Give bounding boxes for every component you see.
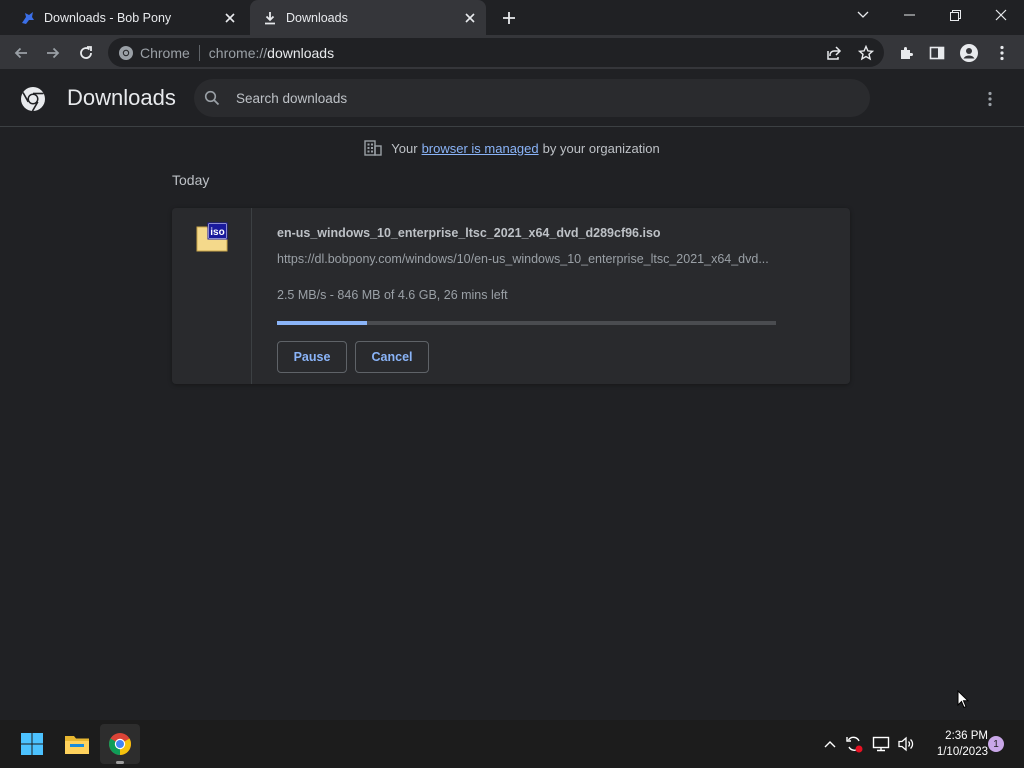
more-actions-icon[interactable]	[978, 87, 1002, 111]
close-tab-icon[interactable]	[220, 8, 240, 28]
restore-button[interactable]	[932, 0, 978, 30]
tab-title: Downloads - Bob Pony	[44, 10, 172, 25]
extensions-puzzle-icon[interactable]	[892, 39, 920, 67]
tab-bobpony-downloads[interactable]: Downloads - Bob Pony	[8, 0, 246, 35]
managed-banner: Your browser is managed by your organiza…	[0, 140, 1024, 156]
download-progress-bar	[277, 321, 776, 325]
clock-time: 2:36 PM	[945, 730, 988, 742]
windows-logo-icon	[21, 733, 43, 755]
new-tab-button[interactable]	[497, 7, 521, 29]
forward-button[interactable]	[39, 39, 67, 67]
tab-search-chevron-icon[interactable]	[840, 0, 886, 30]
back-button[interactable]	[7, 39, 35, 67]
folder-icon	[65, 736, 89, 754]
page-title: Downloads	[67, 85, 176, 110]
tab-downloads[interactable]: Downloads	[250, 0, 486, 35]
start-button[interactable]	[12, 724, 52, 764]
clock[interactable]: 2:36 PM 1/10/2023	[922, 728, 988, 760]
running-indicator	[116, 761, 124, 764]
address-bar[interactable]: Chrome chrome:// downloads	[108, 38, 884, 67]
browser-managed-link[interactable]: browser is managed	[422, 141, 539, 156]
browser-toolbar: Chrome chrome:// downloads	[0, 35, 1024, 70]
url-scheme: chrome://	[208, 44, 268, 61]
mouse-cursor-icon	[957, 689, 970, 714]
download-icon	[262, 10, 278, 26]
search-icon	[204, 90, 220, 106]
file-name-link[interactable]: en-us_windows_10_enterprise_ltsc_2021_x6…	[277, 226, 661, 240]
side-panel-icon[interactable]	[923, 39, 951, 67]
reload-button[interactable]	[72, 39, 100, 67]
tab-title: Downloads	[286, 10, 348, 25]
close-window-button[interactable]	[978, 0, 1024, 30]
omnibox-divider	[198, 44, 200, 61]
managed-suffix: by your organization	[542, 140, 660, 156]
windows-taskbar: 2:36 PM 1/10/2023	[0, 720, 1024, 768]
url-path: downloads	[267, 44, 335, 61]
date-section-header: Today	[172, 172, 210, 188]
chrome-logo-icon	[20, 86, 46, 112]
chrome-taskbar-button[interactable]	[100, 724, 140, 764]
managed-prefix: Your	[391, 140, 418, 156]
chrome-site-icon	[118, 45, 134, 61]
search-downloads-input[interactable]: Search downloads	[194, 79, 870, 117]
chrome-menu-icon[interactable]	[988, 39, 1016, 67]
notification-badge[interactable]: 1	[988, 736, 1004, 752]
pause-button[interactable]: Pause	[277, 341, 347, 373]
search-placeholder: Search downloads	[236, 90, 348, 106]
volume-icon[interactable]	[896, 734, 916, 754]
building-icon	[364, 140, 382, 156]
network-icon[interactable]	[871, 734, 891, 754]
bobpony-favicon-icon	[20, 10, 36, 26]
close-tab-icon[interactable]	[460, 8, 480, 28]
share-icon[interactable]	[826, 45, 842, 61]
source-url-link[interactable]: https://dl.bobpony.com/windows/10/en-us_…	[277, 252, 775, 266]
sync-alert-icon[interactable]	[844, 734, 864, 754]
cancel-button[interactable]: Cancel	[355, 341, 429, 373]
iso-file-icon: iso	[196, 222, 228, 252]
tab-strip: Downloads - Bob Pony Downloads	[0, 0, 1024, 35]
clock-date: 1/10/2023	[936, 746, 988, 758]
file-explorer-button[interactable]	[57, 724, 97, 764]
progress-fill	[277, 321, 367, 325]
site-chip-label: Chrome	[140, 44, 190, 61]
download-item-card: iso en-us_windows_10_enterprise_ltsc_202…	[172, 208, 850, 384]
show-hidden-icons-chevron-icon[interactable]	[820, 734, 840, 754]
download-status-text: 2.5 MB/s - 846 MB of 4.6 GB, 26 mins lef…	[277, 288, 508, 302]
bookmark-star-icon[interactable]	[858, 44, 874, 61]
chrome-icon	[109, 733, 131, 755]
download-icon-column: iso	[172, 208, 252, 384]
minimize-button[interactable]	[886, 0, 932, 30]
iso-icon-label: iso	[210, 227, 224, 238]
downloads-header: Downloads Search downloads	[0, 70, 1024, 127]
profile-avatar-icon[interactable]	[955, 39, 983, 67]
